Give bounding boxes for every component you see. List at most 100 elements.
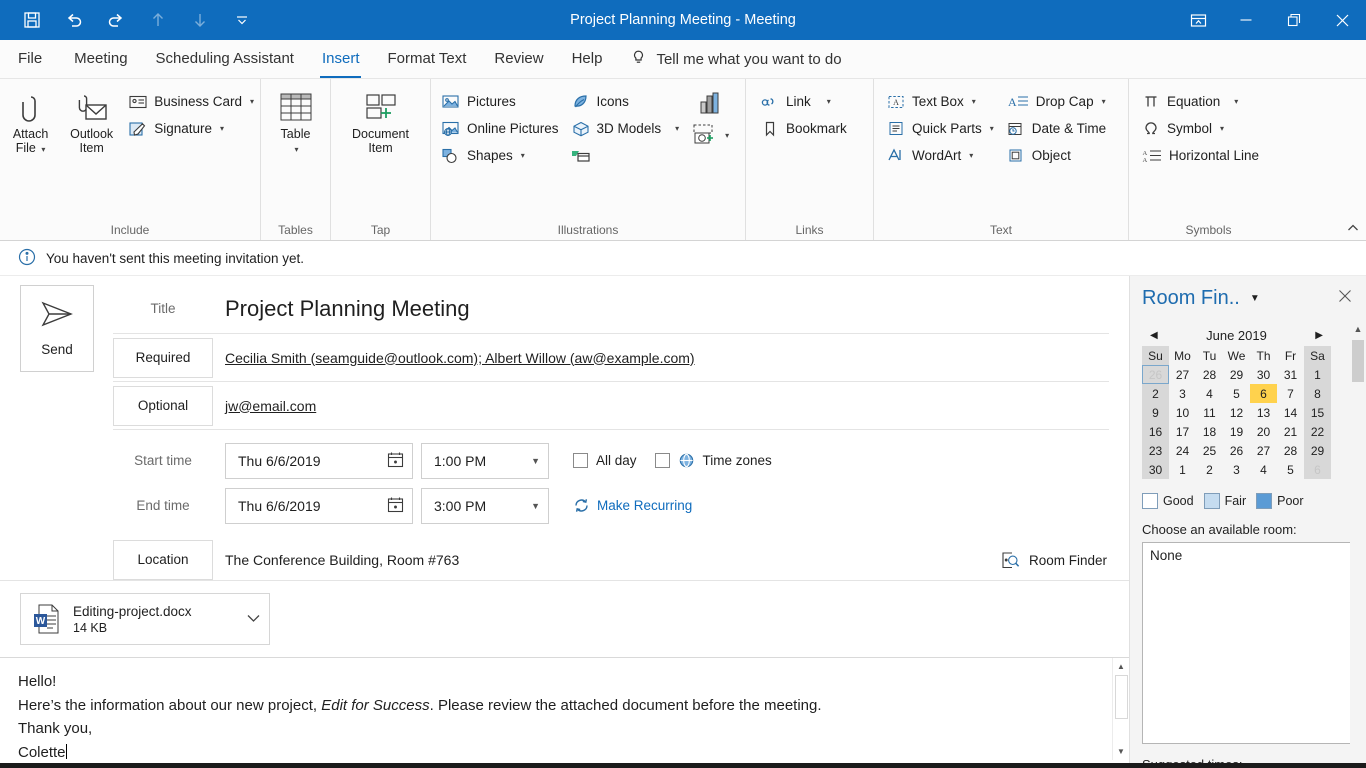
tell-me-search[interactable]: Tell me what you want to do	[630, 40, 841, 78]
date-time-button[interactable]: Date & Time	[1000, 116, 1112, 141]
calendar-day[interactable]: 4	[1250, 460, 1277, 479]
undo-icon[interactable]	[60, 6, 88, 34]
optional-input[interactable]: jw@email.com	[213, 398, 1109, 414]
calendar-day[interactable]: 12	[1223, 403, 1250, 422]
collapse-ribbon-icon[interactable]	[1346, 222, 1360, 237]
calendar-day[interactable]: 19	[1223, 422, 1250, 441]
time-zones-checkbox[interactable]: Time zones	[655, 452, 772, 469]
required-button[interactable]: Required	[113, 338, 213, 378]
calendar-day[interactable]: 26	[1223, 441, 1250, 460]
calendar-picker-icon[interactable]	[387, 451, 404, 471]
text-box-button[interactable]: A Text Box ▾	[880, 89, 1000, 114]
calendar-day[interactable]: 6	[1304, 460, 1331, 479]
ribbon-display-options-icon[interactable]	[1174, 0, 1222, 40]
chevron-down-icon[interactable]: ▼	[1250, 293, 1260, 304]
calendar-day[interactable]: 30	[1250, 365, 1277, 384]
calendar-day[interactable]: 25	[1196, 441, 1223, 460]
signature-button[interactable]: Signature ▾	[122, 116, 260, 141]
save-icon[interactable]	[18, 6, 46, 34]
screenshot-button[interactable]: ▾	[685, 121, 735, 149]
object-button[interactable]: Object	[1000, 143, 1112, 168]
restore-icon[interactable]	[1270, 0, 1318, 40]
calendar-day[interactable]: 21	[1277, 422, 1304, 441]
scroll-up-icon[interactable]: ▲	[1113, 658, 1130, 675]
tab-format-text[interactable]: Format Text	[373, 40, 480, 78]
chevron-down-icon[interactable]	[246, 613, 261, 626]
required-input[interactable]: Cecilia Smith (seamguide@outlook.com); A…	[213, 350, 1109, 366]
outlook-item-button[interactable]: OutlookItem	[61, 85, 122, 155]
close-icon[interactable]	[1318, 0, 1366, 40]
calendar-day[interactable]: 28	[1277, 441, 1304, 460]
scroll-thumb[interactable]	[1352, 340, 1364, 382]
calendar-day[interactable]: 5	[1223, 384, 1250, 403]
body-vertical-scrollbar[interactable]: ▲ ▼	[1112, 658, 1129, 760]
table-button[interactable]: Table▾	[265, 85, 327, 157]
wordart-button[interactable]: WordArt ▾	[880, 143, 1000, 168]
calendar-day[interactable]: 15	[1304, 403, 1331, 422]
calendar-day[interactable]: 8	[1304, 384, 1331, 403]
calendar-day[interactable]: 5	[1277, 460, 1304, 479]
calendar-day[interactable]: 30	[1142, 460, 1169, 479]
calendar-day[interactable]: 14	[1277, 403, 1304, 422]
end-date-input[interactable]: Thu 6/6/2019	[225, 488, 413, 524]
3d-models-button[interactable]: 3D Models ▾	[565, 116, 686, 141]
document-item-button[interactable]: DocumentItem	[342, 85, 420, 155]
attach-file-button[interactable]: AttachFile ▾	[0, 85, 61, 157]
tab-file[interactable]: File	[0, 40, 60, 78]
calendar-day[interactable]: 26	[1142, 365, 1169, 384]
equation-button[interactable]: Equation ▾	[1135, 89, 1265, 114]
message-body-area[interactable]: Hello! Here’s the information about our …	[0, 657, 1129, 760]
calendar-day[interactable]: 10	[1169, 403, 1196, 422]
make-recurring-button[interactable]: Make Recurring	[573, 497, 692, 514]
tab-insert[interactable]: Insert	[308, 40, 374, 78]
calendar-day[interactable]: 6	[1250, 384, 1277, 403]
calendar-day[interactable]: 20	[1250, 422, 1277, 441]
scroll-up-icon[interactable]: ▲	[1350, 320, 1366, 338]
calendar-day[interactable]: 29	[1223, 365, 1250, 384]
calendar-day[interactable]: 2	[1142, 384, 1169, 403]
tab-meeting[interactable]: Meeting	[60, 40, 141, 78]
all-day-checkbox[interactable]: All day	[573, 453, 637, 468]
room-list-item[interactable]: None	[1150, 548, 1348, 563]
scroll-thumb[interactable]	[1115, 675, 1128, 719]
quick-parts-button[interactable]: Quick Parts ▾	[880, 116, 1000, 141]
room-finder-vertical-scrollbar[interactable]: ▲ ▼	[1350, 320, 1366, 768]
chevron-down-icon[interactable]: ▼	[531, 456, 540, 466]
shapes-button[interactable]: Shapes ▾	[435, 143, 565, 168]
drop-cap-button[interactable]: A Drop Cap ▾	[1000, 89, 1112, 114]
location-input[interactable]: The Conference Building, Room #763	[213, 552, 1000, 568]
start-time-input[interactable]: 1:00 PM ▼	[421, 443, 549, 479]
online-pictures-button[interactable]: Online Pictures	[435, 116, 565, 141]
calendar-day[interactable]: 9	[1142, 403, 1169, 422]
start-date-input[interactable]: Thu 6/6/2019	[225, 443, 413, 479]
calendar-day[interactable]: 17	[1169, 422, 1196, 441]
horizontal-line-button[interactable]: A A Horizontal Line	[1135, 143, 1265, 168]
pictures-button[interactable]: Pictures	[435, 89, 565, 114]
bookmark-button[interactable]: Bookmark	[754, 116, 853, 141]
calendar-day[interactable]: 28	[1196, 365, 1223, 384]
calendar-day[interactable]: 1	[1169, 460, 1196, 479]
calendar-day[interactable]: 11	[1196, 403, 1223, 422]
message-body-text[interactable]: Hello! Here’s the information about our …	[0, 658, 1129, 764]
minimize-icon[interactable]	[1222, 0, 1270, 40]
next-item-icon[interactable]	[186, 6, 214, 34]
scroll-down-icon[interactable]: ▼	[1113, 743, 1130, 760]
customize-quick-access-toolbar-icon[interactable]	[228, 6, 256, 34]
tab-help[interactable]: Help	[558, 40, 617, 78]
next-month-icon[interactable]: ▶	[1315, 330, 1323, 341]
calendar-day[interactable]: 16	[1142, 422, 1169, 441]
previous-item-icon[interactable]	[144, 6, 172, 34]
tab-review[interactable]: Review	[480, 40, 557, 78]
available-rooms-list[interactable]: None	[1142, 542, 1356, 744]
icons-button[interactable]: Icons	[565, 89, 686, 114]
tab-scheduling-assistant[interactable]: Scheduling Assistant	[142, 40, 308, 78]
chart-button[interactable]	[685, 87, 735, 119]
calendar-day[interactable]: 1	[1304, 365, 1331, 384]
chevron-down-icon[interactable]: ▼	[531, 501, 540, 511]
symbol-button[interactable]: Symbol ▾	[1135, 116, 1265, 141]
end-time-input[interactable]: 3:00 PM ▼	[421, 488, 549, 524]
send-button[interactable]: Send	[20, 285, 94, 372]
calendar-day[interactable]: 3	[1223, 460, 1250, 479]
redo-icon[interactable]	[102, 6, 130, 34]
link-button[interactable]: Link ▾	[754, 89, 853, 114]
